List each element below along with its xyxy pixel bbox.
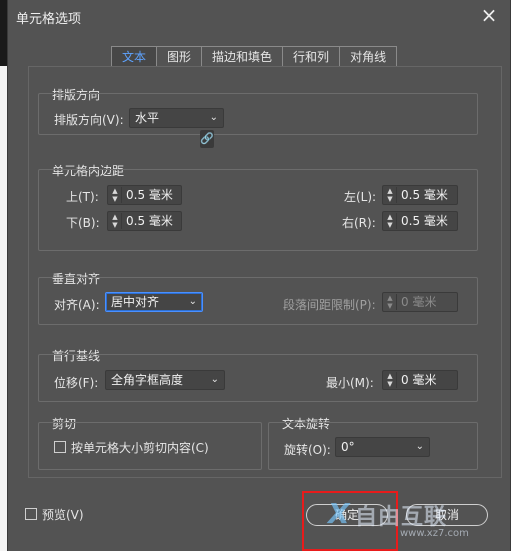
inset-left-label: 左(L): [344, 190, 377, 204]
stepper-arrows-icon[interactable]: ▲ ▼ [384, 187, 397, 203]
cell-options-dialog: 单元格选项 × 文本 图形 描边和填色 行和列 对角线 排版方向 排版方向(V)… [8, 0, 510, 551]
inset-top-label: 上(T): [66, 190, 99, 204]
orientation-label: 排版方向(V): [54, 113, 124, 127]
inset-right-stepper[interactable]: ▲ ▼ 0.5 毫米 [382, 211, 458, 231]
para-spacing-value: 0 毫米 [401, 295, 437, 309]
stepper-arrows-icon[interactable]: ▲ ▼ [384, 213, 397, 229]
dialog-title: 单元格选项 [16, 12, 82, 27]
align-select[interactable]: 居中对齐 ⌄ [105, 292, 203, 312]
link-chain-icon[interactable]: 🔗 [200, 130, 214, 148]
chevron-down-icon: ⌄ [209, 112, 218, 123]
stepper-arrows-icon[interactable]: ▲ ▼ [384, 372, 397, 388]
title-bar[interactable]: 单元格选项 × [8, 0, 510, 32]
rotation-select-value: 0° [341, 440, 355, 454]
inset-top-stepper[interactable]: ▲ ▼ 0.5 毫米 [107, 185, 182, 205]
inset-right-value: 0.5 毫米 [401, 214, 448, 228]
chevron-down-icon: ⌄ [210, 374, 219, 385]
para-spacing-label: 段落间距限制(P): [283, 298, 376, 312]
watermark-logo: X [328, 497, 350, 530]
preview-checkbox[interactable] [25, 508, 37, 520]
rotation-select[interactable]: 0° ⌄ [335, 437, 430, 457]
min-stepper[interactable]: ▲ ▼ 0 毫米 [382, 370, 458, 390]
tab-diagonal-lines[interactable]: 对角线 [339, 47, 396, 67]
close-icon[interactable]: × [478, 4, 500, 26]
clip-contents-checkbox[interactable] [54, 441, 66, 453]
stepper-arrows-icon[interactable]: ▲ ▼ [109, 187, 122, 203]
inset-right-label: 右(R): [342, 216, 376, 230]
preview-label[interactable]: 预览(V) [42, 506, 84, 523]
inset-left-value: 0.5 毫米 [401, 188, 448, 202]
align-select-value: 居中对齐 [111, 295, 160, 309]
watermark-url: www.xz7.com [400, 528, 469, 539]
offset-select-value: 全角字框高度 [111, 373, 184, 387]
tab-text[interactable]: 文本 [112, 47, 157, 67]
inset-top-value: 0.5 毫米 [126, 188, 173, 202]
stepper-arrows-icon[interactable]: ▲ ▼ [109, 213, 122, 229]
min-value: 0 毫米 [401, 373, 437, 387]
inset-bottom-stepper[interactable]: ▲ ▼ 0.5 毫米 [107, 211, 182, 231]
inset-bottom-label: 下(B): [66, 216, 100, 230]
rotation-label: 旋转(O): [284, 443, 331, 457]
orientation-select-value: 水平 [135, 111, 160, 125]
tab-strokes-fills[interactable]: 描边和填色 [201, 47, 282, 67]
orientation-select[interactable]: 水平 ⌄ [129, 108, 224, 128]
tab-rows-columns[interactable]: 行和列 [282, 47, 339, 67]
para-spacing-stepper: ▲ ▼ 0 毫米 [382, 292, 458, 312]
offset-select[interactable]: 全角字框高度 ⌄ [105, 370, 225, 390]
watermark-text: 自由互联 [355, 505, 448, 530]
chevron-down-icon: ⌄ [188, 296, 197, 307]
min-label: 最小(M): [326, 376, 374, 390]
tab-bar: 文本 图形 描边和填色 行和列 对角线 [111, 46, 398, 68]
inset-bottom-value: 0.5 毫米 [126, 214, 173, 228]
inset-left-stepper[interactable]: ▲ ▼ 0.5 毫米 [382, 185, 458, 205]
clip-contents-label[interactable]: 按单元格大小剪切内容(C) [71, 439, 209, 456]
stepper-arrows-icon: ▲ ▼ [384, 294, 397, 310]
align-label: 对齐(A): [54, 298, 100, 312]
tab-graphic[interactable]: 图形 [156, 47, 201, 67]
chevron-down-icon: ⌄ [415, 441, 424, 452]
insets-group [38, 169, 478, 251]
offset-label: 位移(F): [54, 376, 99, 390]
